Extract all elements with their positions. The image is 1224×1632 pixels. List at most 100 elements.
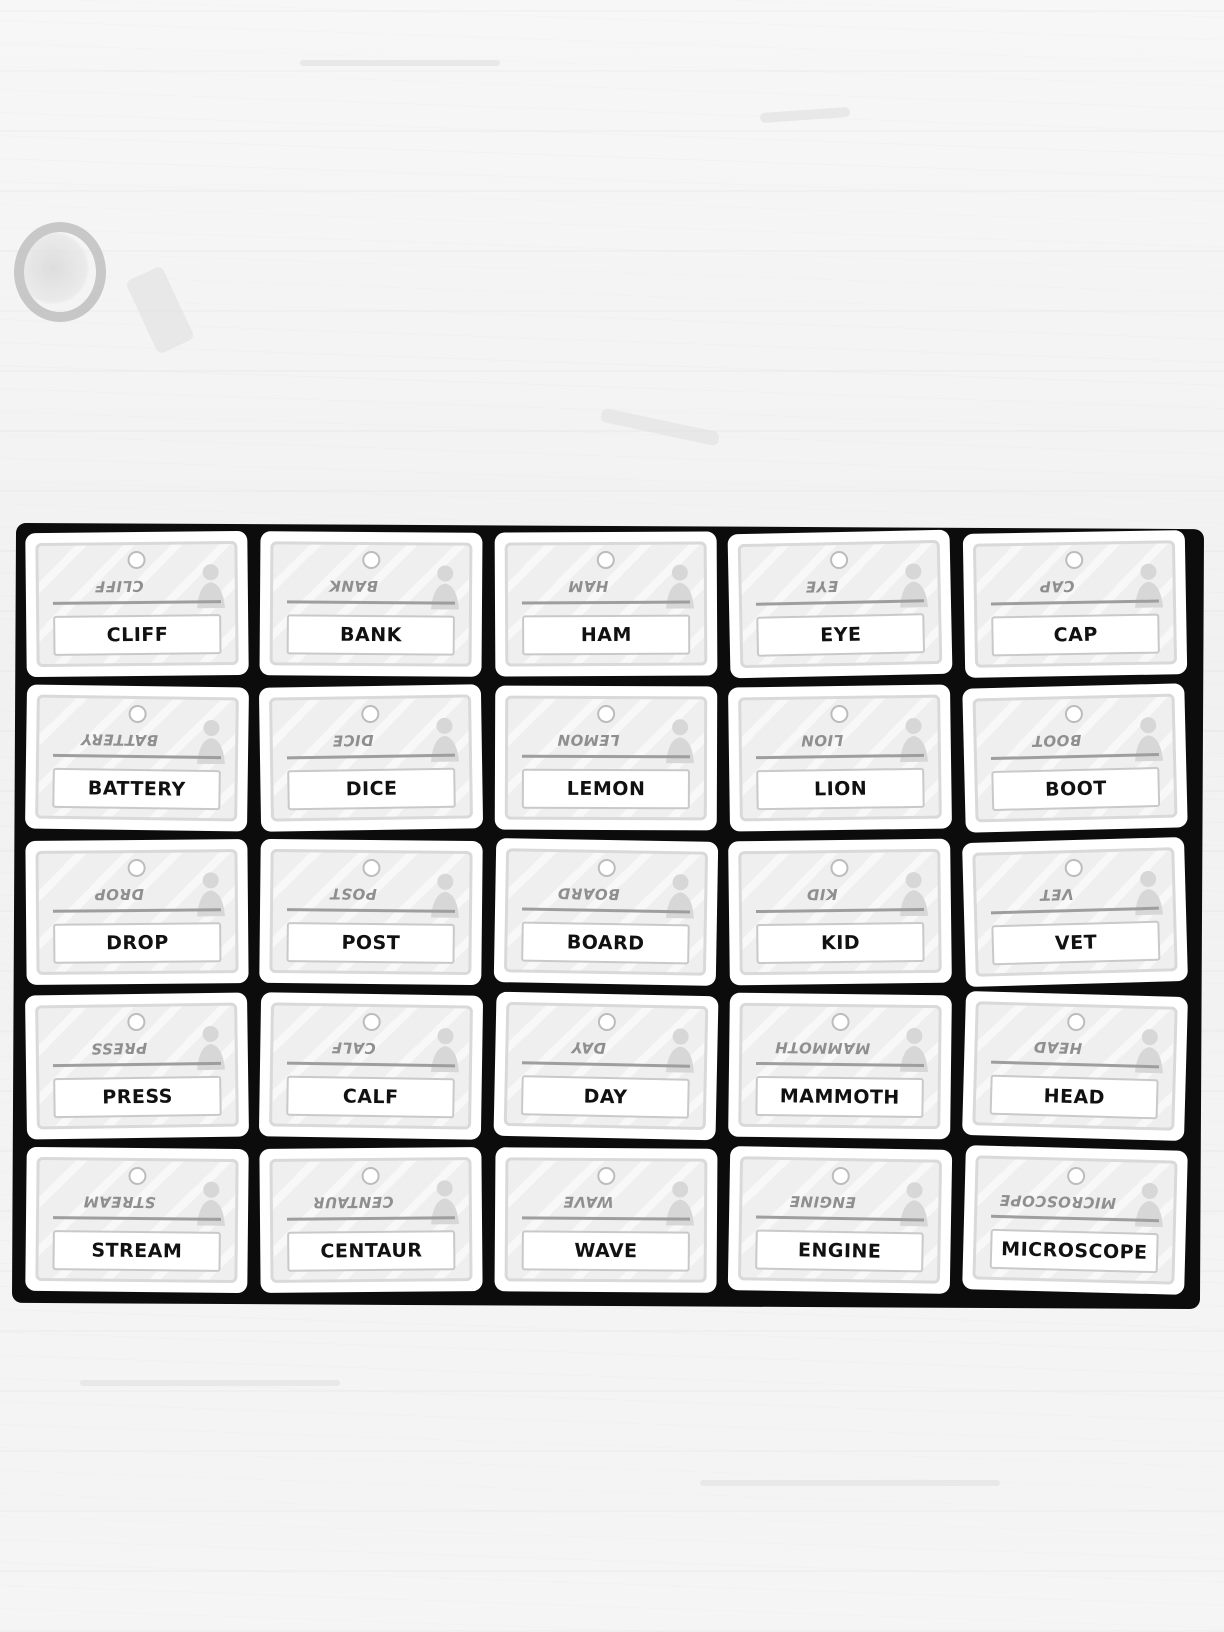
word-card[interactable]: BANK BANK [259,531,484,677]
word-card[interactable]: MICROSCOPE MICROSCOPE [961,1145,1188,1295]
card-face: MAMMOTH MAMMOTH [738,1002,943,1130]
word-plate: LEMON [521,768,691,810]
card-face: HEAD HEAD [971,1001,1178,1131]
mirrored-word: POST [330,884,378,904]
word-card[interactable]: CLIFF CLIFF [25,530,250,678]
hole-icon [832,1166,851,1186]
card-word: MICROSCOPE [1000,1238,1148,1264]
word-plate: CENTAUR [287,1230,457,1272]
hole-icon [830,550,849,570]
word-card[interactable]: WAVE WAVE [494,1147,718,1293]
card-divider [521,1216,691,1221]
card-word: WAVE [574,1239,638,1263]
card-face: LION LION [738,694,943,822]
word-card[interactable]: BATTERY BATTERY [25,684,250,832]
mirrored-word: LEMON [556,730,620,750]
word-plate: MICROSCOPE [989,1228,1159,1274]
word-card[interactable]: EYE EYE [727,529,954,679]
hole-icon [363,1012,382,1032]
card-face: VET VET [971,847,1178,977]
card-word: POST [341,931,401,955]
wood-grain [700,1480,1000,1486]
card-face: DAY DAY [503,1001,709,1131]
mirrored-word: CALF [331,1038,377,1058]
word-plate: DAY [520,1075,690,1119]
mirrored-word: HAM [567,576,609,596]
wood-grain [759,106,851,124]
hole-icon [1064,550,1084,570]
word-card[interactable]: LEMON LEMON [494,685,718,831]
card-word: ENGINE [797,1239,882,1263]
word-card[interactable]: HAM HAM [494,531,718,677]
word-card[interactable]: CALF CALF [259,992,484,1140]
card-word: VET [1054,931,1098,955]
mirrored-word: HEAD [1032,1037,1082,1058]
card-divider [521,754,691,759]
hole-icon [830,858,849,878]
word-plate: HAM [521,614,691,656]
hole-icon [127,550,146,570]
hole-icon [596,550,615,570]
word-card[interactable]: DICE DICE [259,684,484,832]
word-card[interactable]: DAY DAY [493,991,719,1141]
hole-icon [597,704,616,724]
hole-icon [830,704,849,724]
word-card[interactable]: PRESS PRESS [25,992,250,1140]
word-plate: BANK [287,614,456,656]
card-word: PRESS [102,1085,174,1109]
word-card[interactable]: ENGINE ENGINE [727,1146,953,1294]
word-card[interactable]: BOARD BOARD [493,838,719,986]
mirrored-word: DICE [332,730,375,750]
card-face: CENTAUR CENTAUR [269,1157,474,1283]
mirrored-word: DAY [570,1038,606,1057]
word-card[interactable]: CAP CAP [962,530,1188,678]
word-card[interactable]: CENTAUR CENTAUR [259,1147,484,1293]
mirrored-word: STREAM [83,1192,156,1212]
card-word: HEAD [1042,1085,1105,1109]
mirrored-word: BATTERY [80,730,159,750]
word-card[interactable]: VET VET [961,836,1188,988]
hole-icon [362,550,381,570]
wood-knot [14,222,106,322]
word-card[interactable]: LION LION [728,684,953,832]
word-plate: DICE [287,767,457,811]
word-card[interactable]: MAMMOTH MAMMOTH [728,992,953,1140]
word-card[interactable]: HEAD HEAD [961,990,1188,1142]
wood-grain [124,265,196,355]
word-card[interactable]: STREAM STREAM [25,1146,250,1294]
card-word: BOARD [566,931,645,955]
card-face: PRESS PRESS [35,1002,240,1130]
hole-icon [128,1166,147,1186]
mirrored-word: BOOT [1031,730,1082,751]
mirrored-word: MAMMOTH [774,1038,871,1058]
mirrored-word: WAVE [562,1192,614,1212]
word-card[interactable]: DROP DROP [25,839,250,985]
word-plate: CAP [990,613,1160,657]
hole-icon [597,1166,616,1186]
word-plate: BATTERY [52,767,222,811]
card-word: KID [821,931,861,955]
wood-grain [599,407,721,447]
card-face: DROP DROP [35,849,239,975]
word-card[interactable]: KID KID [728,838,953,986]
card-word: DICE [346,777,399,801]
card-word: CAP [1053,623,1098,647]
card-divider [287,600,456,605]
hole-icon [362,1166,381,1186]
hole-icon [361,704,381,724]
word-plate: MAMMOTH [755,1075,925,1119]
hole-icon [597,858,616,878]
word-card[interactable]: BOOT BOOT [961,683,1188,833]
hole-icon [831,1012,851,1032]
card-face: LEMON LEMON [504,695,708,821]
card-word: EYE [820,623,862,647]
word-card[interactable]: POST POST [259,838,484,986]
word-plate: CLIFF [53,614,222,656]
card-face: ENGINE ENGINE [738,1156,943,1284]
mirrored-word: VET [1039,885,1074,904]
wood-grain [300,60,500,66]
word-plate: KID [756,921,926,965]
card-word: LION [814,777,868,801]
hole-icon [128,704,147,724]
mirrored-word: BOARD [557,884,620,904]
